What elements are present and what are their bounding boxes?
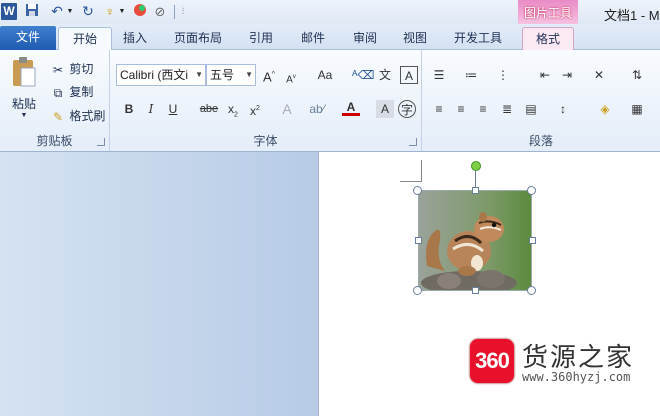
bullets-icon[interactable]: ☰: [430, 66, 448, 84]
resize-handle-left[interactable]: [415, 237, 422, 244]
brush-icon: ✎: [52, 109, 64, 124]
align-center-icon[interactable]: ≡: [452, 100, 470, 118]
paste-dropdown-icon: ▼: [20, 112, 28, 119]
customize-icon[interactable]: ⫶: [178, 3, 188, 20]
clear-formatting-icon[interactable]: ᴬ⌫: [352, 66, 374, 84]
document-title: 文档1 - M: [604, 8, 660, 23]
font-size-value: 五号: [210, 68, 235, 82]
watermark-url: www.360hyzj.com: [522, 370, 631, 384]
clipboard-group: 粘贴 ▼ ✂ 剪切 ⧉ 复制 ✎ 格式刷 剪贴板: [0, 50, 110, 151]
paste-icon: [13, 57, 36, 87]
cut-label: 剪切: [69, 62, 94, 76]
resize-handle-top-right[interactable]: [527, 186, 536, 195]
watermark-logo: 360: [470, 339, 514, 383]
rotation-handle[interactable]: [471, 161, 481, 171]
strikethrough-icon[interactable]: abe: [198, 100, 220, 118]
font-size-dropdown-icon: ▼: [245, 70, 253, 79]
undo-icon[interactable]: ↶: [48, 3, 66, 20]
ribbon-tabs: 文件 开始 插入 页面布局 引用 邮件 审阅 视图 开发工具 格式: [0, 24, 660, 50]
font-name-select[interactable]: Calibri (西文i ▼: [116, 64, 206, 86]
format-painter-button[interactable]: ✎ 格式刷: [50, 107, 105, 125]
word-app-icon[interactable]: W: [1, 3, 17, 20]
bold-icon[interactable]: B: [120, 100, 138, 118]
increase-indent-icon[interactable]: ⇥: [558, 66, 576, 84]
font-launcher-icon[interactable]: [409, 138, 417, 146]
paragraph-group: ☰ ≔ ⋮ ⇤ ⇥ ✕ ⇅ ≡ ≡ ≡ ≣ ▤ ↕ ◈ ▦ 段落: [422, 50, 660, 151]
resize-handle-top[interactable]: [472, 187, 479, 194]
distributed-icon[interactable]: ▤: [522, 100, 540, 118]
multilevel-list-icon[interactable]: ⋮: [494, 66, 512, 84]
sort-icon[interactable]: ⇅: [628, 66, 646, 84]
enclose-char-icon[interactable]: 字: [398, 100, 416, 118]
draw-icon[interactable]: ⊘: [152, 3, 168, 20]
painter-dropdown-icon[interactable]: ▼: [118, 3, 126, 20]
tab-format[interactable]: 格式: [522, 27, 574, 50]
ribbon: 粘贴 ▼ ✂ 剪切 ⧉ 复制 ✎ 格式刷 剪贴板 Calibri (西文i ▼ …: [0, 50, 660, 152]
grow-font-icon[interactable]: A^: [260, 66, 278, 84]
font-size-select[interactable]: 五号 ▼: [206, 64, 256, 86]
tab-review[interactable]: 审阅: [344, 27, 386, 50]
redo-icon[interactable]: ↻: [80, 3, 96, 20]
highlight-icon[interactable]: ab⁄: [306, 100, 328, 118]
paste-label: 粘贴: [11, 97, 36, 111]
shading-icon[interactable]: ◈: [596, 100, 614, 118]
font-name-value: Calibri (西文i: [120, 68, 189, 82]
align-left-icon[interactable]: ≡: [430, 100, 448, 118]
font-color-icon[interactable]: A: [342, 98, 360, 116]
superscript-icon[interactable]: x2: [246, 100, 264, 118]
clipboard-group-label: 剪贴板: [36, 134, 73, 148]
qat-separator: [174, 5, 175, 19]
phonetic-guide-icon[interactable]: 文: [376, 66, 394, 84]
picture-tools-label: 图片工具: [523, 6, 572, 20]
tab-references[interactable]: 引用: [240, 27, 282, 50]
workspace-margin: [0, 152, 318, 416]
resize-handle-bottom[interactable]: [472, 287, 479, 294]
change-case-icon[interactable]: Aa: [314, 66, 336, 84]
resize-handle-top-left[interactable]: [413, 186, 422, 195]
char-shading-icon[interactable]: A: [376, 100, 394, 118]
paragraph-group-label: 段落: [528, 134, 553, 148]
copy-icon: ⧉: [53, 85, 63, 100]
subscript-icon[interactable]: x2: [224, 100, 242, 118]
copy-label: 复制: [69, 85, 94, 99]
numbering-icon[interactable]: ≔: [462, 66, 480, 84]
chipmunk-image[interactable]: [418, 190, 532, 291]
format-painter-icon[interactable]: ♆: [102, 3, 118, 20]
tab-file[interactable]: 文件: [0, 26, 56, 50]
resize-handle-bottom-right[interactable]: [527, 286, 536, 295]
tab-home[interactable]: 开始: [58, 27, 112, 50]
margin-corner-mark: [400, 160, 422, 182]
chinese-layout-icon[interactable]: ✕: [590, 66, 608, 84]
shrink-font-icon[interactable]: Av: [282, 68, 300, 86]
tab-view[interactable]: 视图: [394, 27, 436, 50]
clipboard-launcher-icon[interactable]: [97, 138, 105, 146]
tab-insert[interactable]: 插入: [114, 27, 156, 50]
decrease-indent-icon[interactable]: ⇤: [536, 66, 554, 84]
char-border-icon[interactable]: A: [400, 66, 418, 84]
borders-icon[interactable]: ▦: [628, 100, 646, 118]
tab-mailings[interactable]: 邮件: [292, 27, 334, 50]
resize-handle-right[interactable]: [529, 237, 536, 244]
undo-dropdown-icon[interactable]: ▼: [66, 3, 74, 20]
save-icon[interactable]: [24, 3, 40, 20]
paste-button[interactable]: 粘贴 ▼: [6, 56, 42, 122]
resize-handle-bottom-left[interactable]: [413, 286, 422, 295]
format-painter-label: 格式刷: [69, 109, 106, 123]
italic-icon[interactable]: I: [142, 100, 160, 118]
color-icon[interactable]: [132, 3, 148, 20]
text-effect-icon[interactable]: A: [278, 100, 296, 118]
tab-page-layout[interactable]: 页面布局: [166, 27, 230, 50]
scissors-icon: ✂: [52, 62, 64, 77]
align-right-icon[interactable]: ≡: [474, 100, 492, 118]
copy-button[interactable]: ⧉ 复制: [50, 83, 94, 101]
font-name-dropdown-icon: ▼: [195, 70, 203, 79]
font-group: Calibri (西文i ▼ 五号 ▼ A^ Av Aa ᴬ⌫ 文 A B I …: [110, 50, 422, 151]
tab-developer[interactable]: 开发工具: [446, 27, 510, 50]
font-group-label: 字体: [253, 134, 278, 148]
line-spacing-icon[interactable]: ↕: [554, 100, 572, 118]
watermark-text: 货源之家: [522, 343, 635, 373]
cut-button[interactable]: ✂ 剪切: [50, 60, 93, 78]
underline-icon[interactable]: U: [164, 100, 182, 118]
justify-icon[interactable]: ≣: [498, 100, 516, 118]
